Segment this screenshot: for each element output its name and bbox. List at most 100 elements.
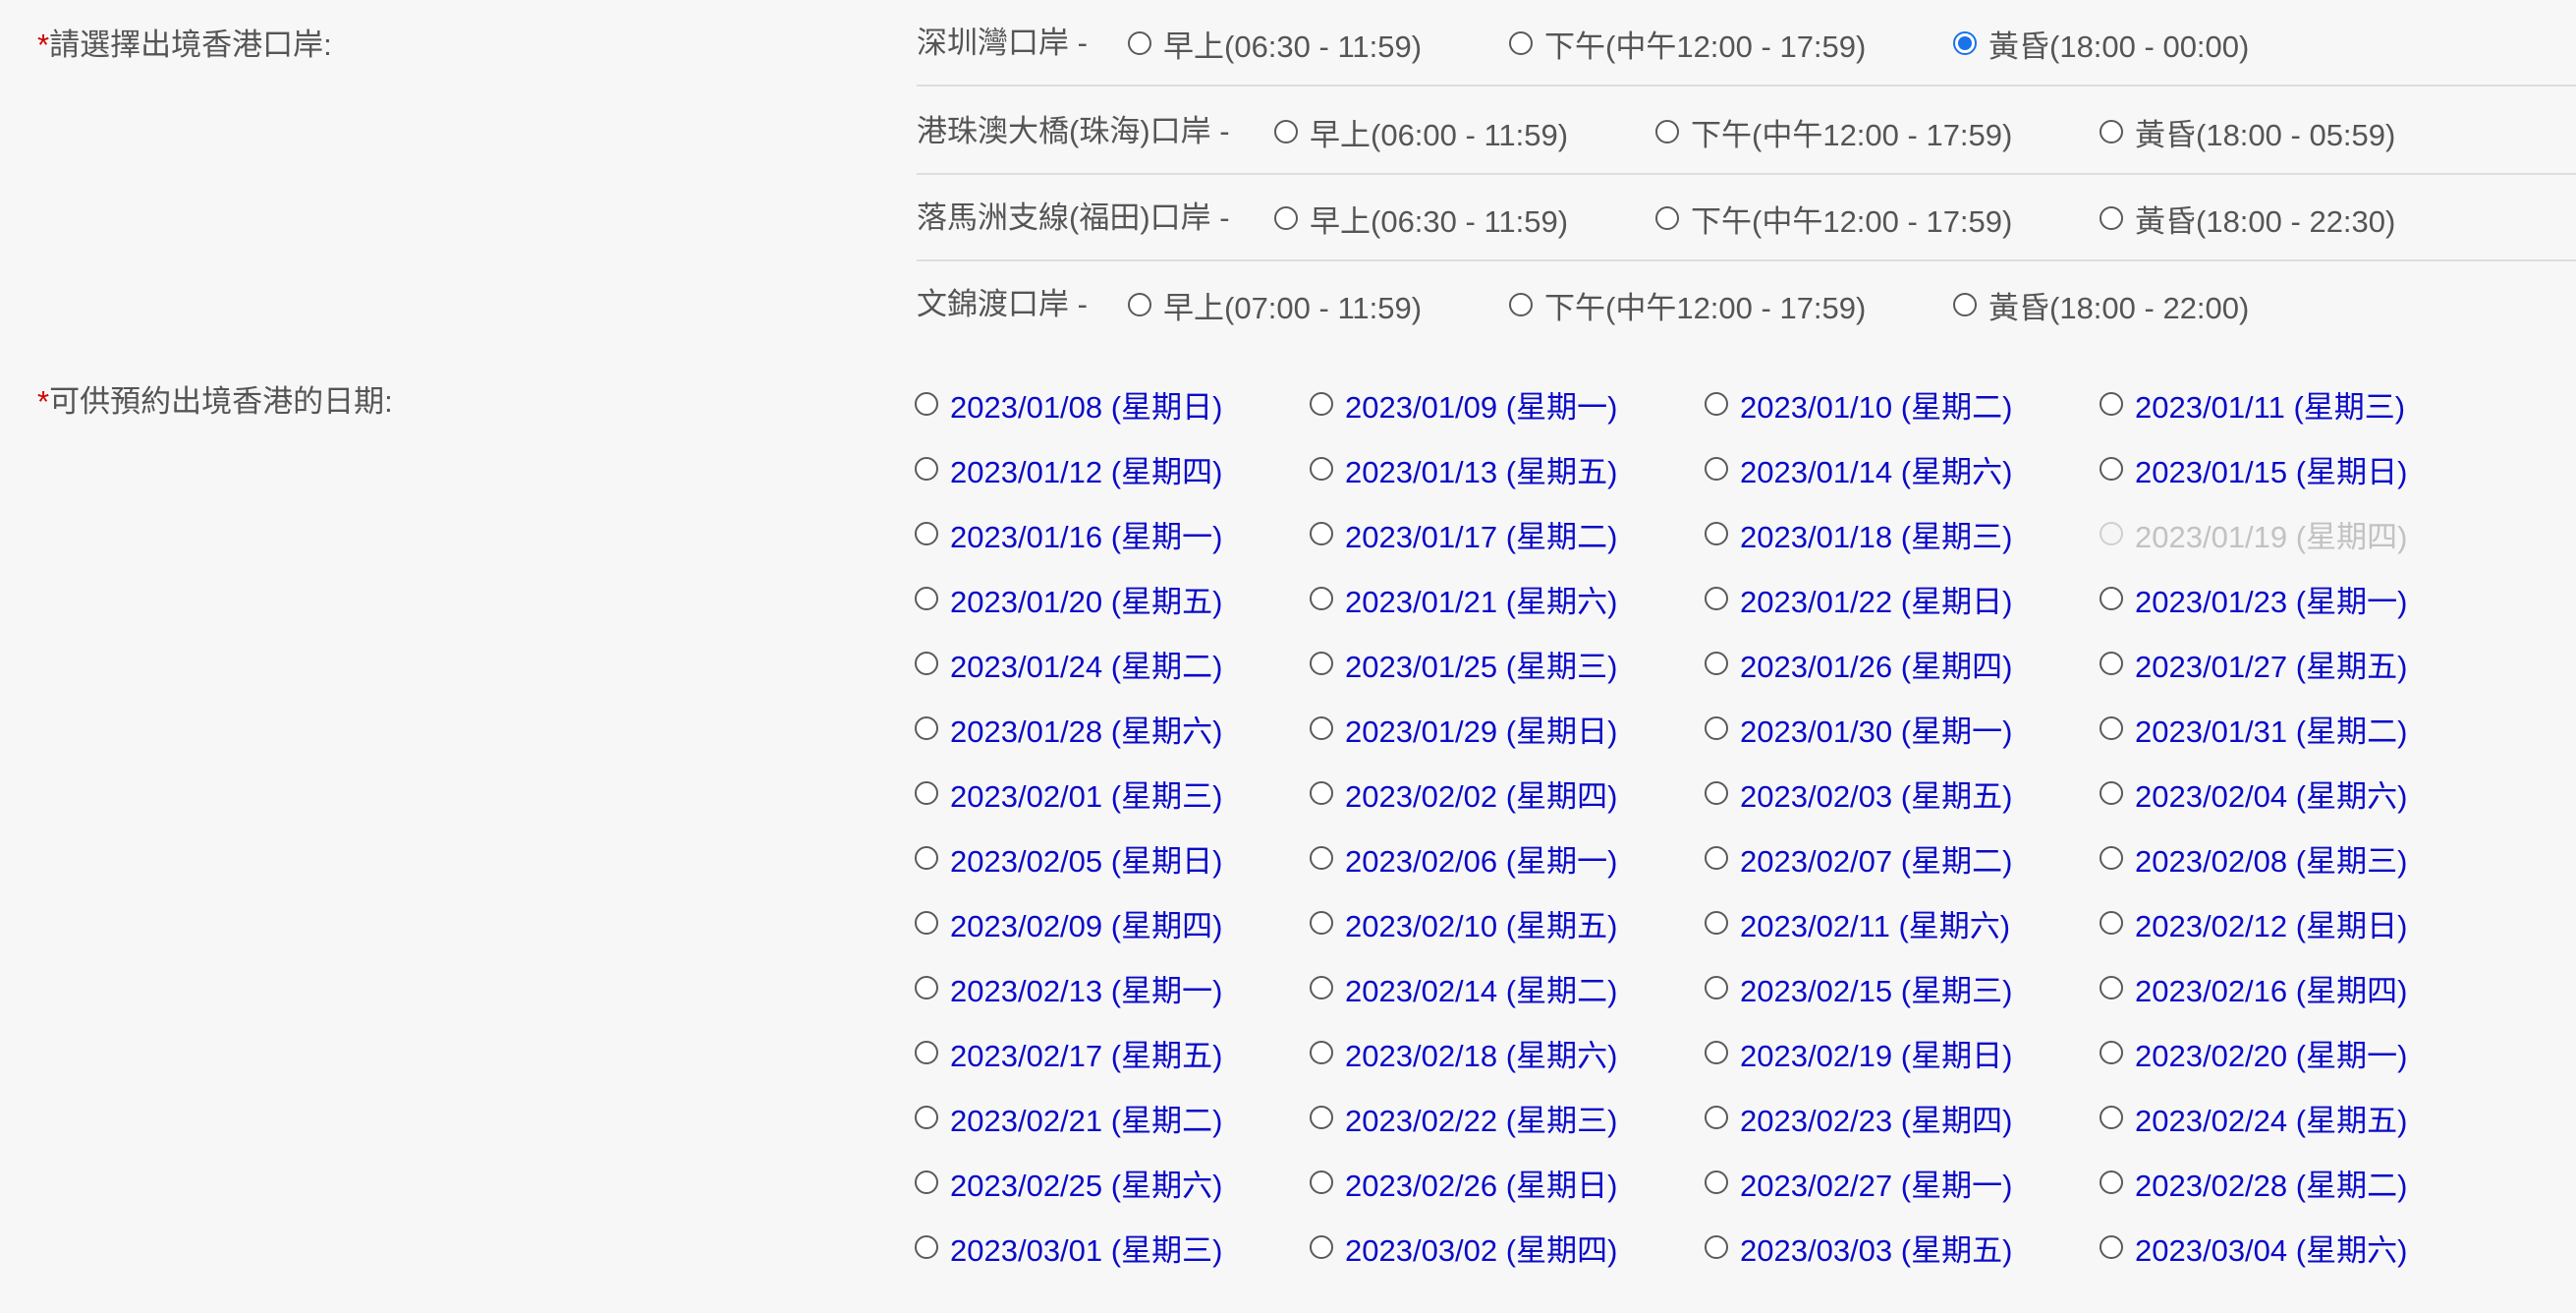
radio-icon[interactable] (1705, 1170, 1728, 1194)
radio-icon[interactable] (1310, 1106, 1333, 1129)
radio-icon[interactable] (1705, 911, 1728, 935)
radio-icon[interactable] (915, 716, 938, 740)
radio-checked-icon[interactable] (1953, 31, 1977, 55)
date-option[interactable]: 2023/01/29 (星期日) (1310, 709, 1705, 749)
radio-icon[interactable] (1310, 716, 1333, 740)
date-option[interactable]: 2023/02/20 (星期一) (2100, 1033, 2494, 1073)
radio-icon[interactable] (1310, 1041, 1333, 1064)
radio-icon[interactable] (1310, 392, 1333, 416)
port-option-morning[interactable]: 早上(07:00 - 11:59) (1128, 261, 1422, 348)
radio-icon[interactable] (1655, 206, 1679, 230)
port-option-evening[interactable]: 黃昏(18:00 - 05:59) (2100, 88, 2395, 175)
radio-icon[interactable] (2100, 1041, 2123, 1064)
radio-icon[interactable] (1310, 457, 1333, 481)
radio-icon[interactable] (2100, 1106, 2123, 1129)
radio-icon[interactable] (1705, 587, 1728, 610)
date-option[interactable]: 2023/01/31 (星期二) (2100, 709, 2494, 749)
date-option[interactable]: 2023/01/27 (星期五) (2100, 644, 2494, 684)
date-option[interactable]: 2023/01/24 (星期二) (915, 644, 1310, 684)
date-option[interactable]: 2023/02/04 (星期六) (2100, 773, 2494, 814)
date-option[interactable]: 2023/02/22 (星期三) (1310, 1098, 1705, 1138)
date-option[interactable]: 2023/02/24 (星期五) (2100, 1098, 2494, 1138)
radio-icon[interactable] (1705, 781, 1728, 805)
date-option[interactable]: 2023/03/03 (星期五) (1705, 1227, 2100, 1268)
date-option[interactable]: 2023/01/13 (星期五) (1310, 449, 1705, 489)
radio-icon[interactable] (915, 781, 938, 805)
date-option[interactable]: 2023/01/15 (星期日) (2100, 449, 2494, 489)
date-option[interactable]: 2023/02/14 (星期二) (1310, 968, 1705, 1008)
date-option[interactable]: 2023/02/13 (星期一) (915, 968, 1310, 1008)
radio-icon[interactable] (2100, 1170, 2123, 1194)
radio-icon[interactable] (1128, 31, 1151, 55)
date-option[interactable]: 2023/02/09 (星期四) (915, 903, 1310, 943)
date-option[interactable]: 2023/01/23 (星期一) (2100, 579, 2494, 619)
port-option-afternoon[interactable]: 下午(中午12:00 - 17:59) (1655, 175, 2012, 261)
date-option[interactable]: 2023/02/26 (星期日) (1310, 1163, 1705, 1203)
radio-icon[interactable] (1705, 976, 1728, 999)
date-option[interactable]: 2023/01/08 (星期日) (915, 384, 1310, 425)
date-option[interactable]: 2023/01/16 (星期一) (915, 514, 1310, 554)
radio-icon[interactable] (1705, 457, 1728, 481)
radio-icon[interactable] (1509, 31, 1533, 55)
port-option-morning[interactable]: 早上(06:30 - 11:59) (1128, 0, 1422, 86)
date-option[interactable]: 2023/02/11 (星期六) (1705, 903, 2100, 943)
date-option[interactable]: 2023/03/04 (星期六) (2100, 1227, 2494, 1268)
date-option[interactable]: 2023/01/10 (星期二) (1705, 384, 2100, 425)
radio-icon[interactable] (915, 1041, 938, 1064)
radio-icon[interactable] (2100, 781, 2123, 805)
radio-icon[interactable] (2100, 846, 2123, 870)
date-option[interactable]: 2023/02/19 (星期日) (1705, 1033, 2100, 1073)
date-option[interactable]: 2023/02/21 (星期二) (915, 1098, 1310, 1138)
date-option[interactable]: 2023/03/01 (星期三) (915, 1227, 1310, 1268)
date-option[interactable]: 2023/02/28 (星期二) (2100, 1163, 2494, 1203)
date-option[interactable]: 2023/02/25 (星期六) (915, 1163, 1310, 1203)
radio-icon[interactable] (915, 976, 938, 999)
radio-icon[interactable] (2100, 976, 2123, 999)
port-option-afternoon[interactable]: 下午(中午12:00 - 17:59) (1509, 261, 1866, 348)
date-option[interactable]: 2023/02/05 (星期日) (915, 838, 1310, 879)
radio-icon[interactable] (1310, 911, 1333, 935)
date-option[interactable]: 2023/01/09 (星期一) (1310, 384, 1705, 425)
date-option[interactable]: 2023/01/26 (星期四) (1705, 644, 2100, 684)
radio-icon[interactable] (2100, 392, 2123, 416)
radio-icon[interactable] (1274, 206, 1298, 230)
radio-icon[interactable] (1310, 587, 1333, 610)
radio-icon[interactable] (915, 522, 938, 545)
port-option-morning[interactable]: 早上(06:30 - 11:59) (1274, 175, 1568, 261)
date-option[interactable]: 2023/01/18 (星期三) (1705, 514, 2100, 554)
radio-icon[interactable] (1310, 652, 1333, 675)
radio-icon[interactable] (2100, 716, 2123, 740)
date-option[interactable]: 2023/02/02 (星期四) (1310, 773, 1705, 814)
radio-icon[interactable] (915, 846, 938, 870)
date-option[interactable]: 2023/01/25 (星期三) (1310, 644, 1705, 684)
date-option[interactable]: 2023/02/08 (星期三) (2100, 838, 2494, 879)
date-option[interactable]: 2023/01/14 (星期六) (1705, 449, 2100, 489)
radio-icon[interactable] (915, 1170, 938, 1194)
date-option[interactable]: 2023/02/07 (星期二) (1705, 838, 2100, 879)
radio-icon[interactable] (1705, 846, 1728, 870)
radio-icon[interactable] (1310, 1235, 1333, 1259)
radio-icon[interactable] (1705, 1041, 1728, 1064)
radio-icon[interactable] (2100, 206, 2123, 230)
date-option[interactable]: 2023/01/30 (星期一) (1705, 709, 2100, 749)
radio-icon[interactable] (2100, 911, 2123, 935)
port-option-afternoon[interactable]: 下午(中午12:00 - 17:59) (1509, 0, 1866, 86)
date-option[interactable]: 2023/02/15 (星期三) (1705, 968, 2100, 1008)
date-option[interactable]: 2023/02/03 (星期五) (1705, 773, 2100, 814)
radio-icon[interactable] (2100, 120, 2123, 143)
radio-icon[interactable] (1705, 716, 1728, 740)
date-option[interactable]: 2023/01/28 (星期六) (915, 709, 1310, 749)
date-option[interactable]: 2023/01/21 (星期六) (1310, 579, 1705, 619)
radio-icon[interactable] (1953, 293, 1977, 316)
radio-icon[interactable] (1310, 1170, 1333, 1194)
date-option[interactable]: 2023/01/11 (星期三) (2100, 384, 2494, 425)
date-option[interactable]: 2023/02/16 (星期四) (2100, 968, 2494, 1008)
radio-icon[interactable] (915, 911, 938, 935)
radio-icon[interactable] (1705, 522, 1728, 545)
radio-icon[interactable] (915, 652, 938, 675)
radio-icon[interactable] (1310, 522, 1333, 545)
radio-icon[interactable] (2100, 587, 2123, 610)
date-option[interactable]: 2023/01/12 (星期四) (915, 449, 1310, 489)
port-option-morning[interactable]: 早上(06:00 - 11:59) (1274, 88, 1568, 175)
date-option[interactable]: 2023/02/10 (星期五) (1310, 903, 1705, 943)
